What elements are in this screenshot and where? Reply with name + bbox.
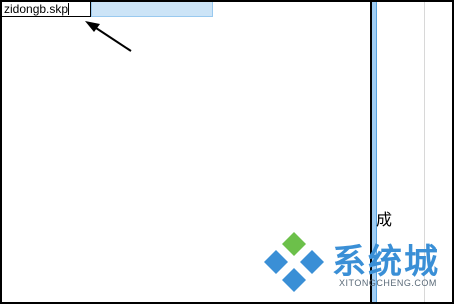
watermark: 系统城 XITONGCHENG.COM: [262, 230, 452, 294]
watermark-title: 系统城: [332, 242, 440, 282]
diamond-logo-icon: [264, 232, 324, 292]
partial-label: 成: [376, 210, 393, 229]
watermark-url: XITONGCHENG.COM: [339, 278, 437, 288]
